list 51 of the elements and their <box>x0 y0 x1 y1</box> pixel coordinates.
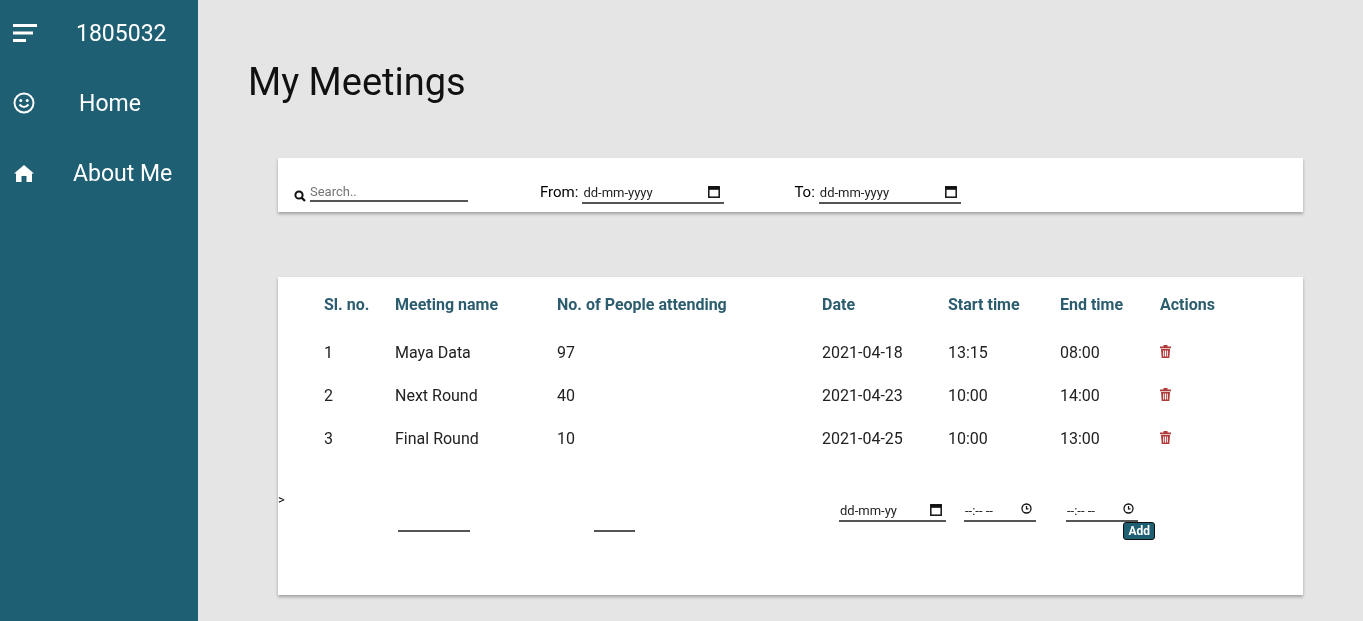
page-title: My Meetings <box>248 60 467 104</box>
table-cell-text: Next Round <box>395 386 479 405</box>
column-header: Sl. no. <box>324 295 371 315</box>
stray-text: > <box>278 492 285 507</box>
trash-icon[interactable] <box>1160 345 1171 358</box>
to-date-field[interactable]: dd-mm-yyyy <box>818 183 961 204</box>
table-cell-text: 08:00 <box>1060 343 1101 362</box>
table-cell-text: 3 <box>324 429 334 448</box>
column-header: Start time <box>948 295 1021 315</box>
clock-icon[interactable] <box>1123 503 1134 514</box>
table-cell-text: 13:00 <box>1060 429 1101 448</box>
column-header: Actions <box>1160 295 1216 315</box>
table-cell-text: 2021-04-23 <box>822 386 904 405</box>
from-date-field[interactable]: dd-mm-yyyy <box>582 183 725 204</box>
calendar-icon[interactable] <box>930 503 942 516</box>
table-cell-text: 10 <box>557 429 576 448</box>
date-field[interactable]: dd-mm-yy <box>839 501 946 522</box>
column-header: End time <box>1060 295 1125 315</box>
column-header: Meeting name <box>395 295 500 315</box>
table-cell-text: 2021-04-18 <box>822 343 904 362</box>
table-cell-text: Final Round <box>395 429 480 448</box>
table-cell-text: Maya Data <box>395 343 472 362</box>
table-cell-text: 14:00 <box>1060 386 1101 405</box>
table-cell-text: 97 <box>557 343 576 362</box>
table-cell-text: 10:00 <box>948 386 989 405</box>
table-cell-text: 10:00 <box>948 429 989 448</box>
table-cell-text: 1 <box>324 343 334 362</box>
column-header: No. of People attending <box>557 295 728 315</box>
trash-icon[interactable] <box>1160 388 1171 401</box>
search-field[interactable]: Search.. <box>310 182 468 202</box>
clock-icon[interactable] <box>1021 503 1032 514</box>
table-cell-text: 2021-04-25 <box>822 429 904 448</box>
calendar-icon[interactable] <box>944 185 957 198</box>
search-icon <box>294 190 306 202</box>
from-label: From: <box>540 182 579 202</box>
end-time-field[interactable]: --:-- -- <box>1066 501 1138 522</box>
table-cell-text: 40 <box>557 386 576 405</box>
user-id: 1805032 <box>76 19 167 47</box>
column-header: Date <box>822 295 856 315</box>
house-icon <box>13 164 35 182</box>
nav-link[interactable]: Home <box>79 89 141 117</box>
start-time-field[interactable]: --:-- -- <box>964 501 1036 522</box>
calendar-icon[interactable] <box>708 185 721 198</box>
add-button[interactable]: Add <box>1123 522 1155 540</box>
nav-link[interactable]: About Me <box>73 159 173 187</box>
to-label: To: <box>794 182 815 202</box>
table-cell-text: 13:15 <box>948 343 989 362</box>
table-cell-text: 2 <box>324 386 334 405</box>
smiley-icon <box>13 92 35 114</box>
trash-icon[interactable] <box>1160 431 1171 444</box>
menu-icon[interactable] <box>13 24 37 42</box>
